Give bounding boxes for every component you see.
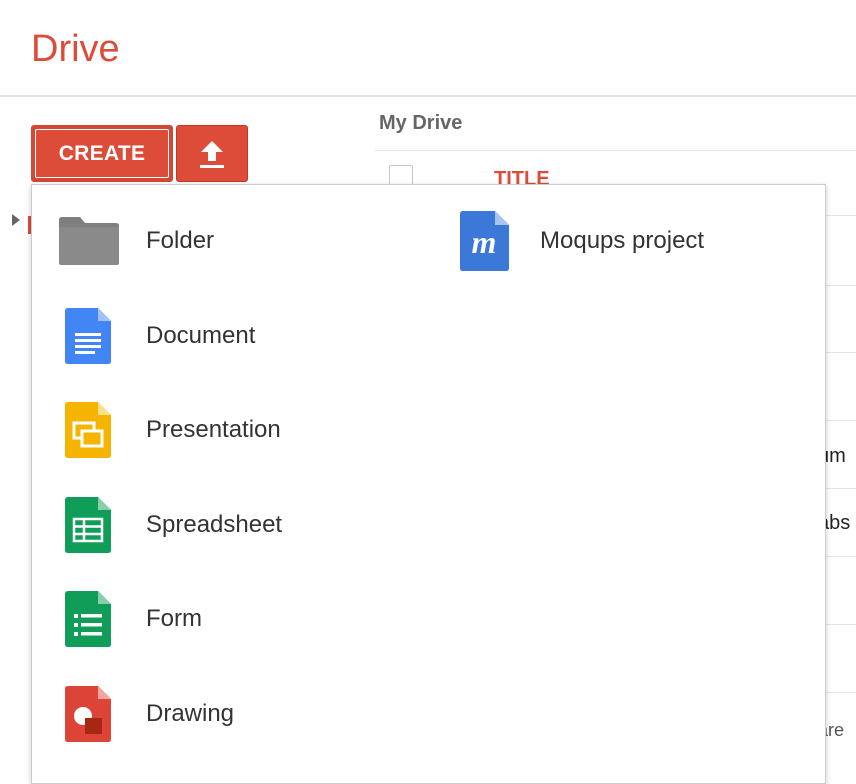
menu-item-spreadsheet[interactable]: Spreadsheet — [65, 490, 282, 560]
upload-arrow-icon — [200, 140, 224, 168]
menu-item-label: Moqups project — [540, 227, 705, 254]
list-header-divider — [375, 150, 856, 151]
menu-item-document[interactable]: Document — [65, 301, 255, 371]
row-divider — [826, 285, 856, 286]
row-divider — [826, 624, 856, 625]
row-divider — [826, 692, 856, 693]
menu-item-folder[interactable]: Folder — [58, 206, 214, 276]
presentation-icon — [65, 402, 111, 458]
create-button[interactable]: CREATE — [31, 125, 173, 182]
menu-item-moqups-project[interactable]: m Moqups project — [460, 206, 704, 276]
form-icon — [65, 591, 111, 647]
menu-item-label: Drawing — [146, 700, 235, 727]
row-divider — [826, 215, 856, 216]
create-button-label: CREATE — [35, 129, 169, 178]
spreadsheet-icon — [65, 497, 111, 553]
menu-item-label: Form — [146, 605, 202, 632]
menu-item-drawing[interactable]: Drawing — [65, 679, 234, 749]
menu-item-label: Spreadsheet — [146, 511, 283, 538]
row-divider — [826, 488, 856, 489]
svg-text:m: m — [472, 224, 497, 260]
menu-item-label: Folder — [146, 227, 215, 254]
header-divider — [0, 95, 856, 97]
expand-triangle-icon[interactable] — [12, 214, 20, 226]
moqups-icon: m — [460, 211, 509, 271]
menu-item-presentation[interactable]: Presentation — [65, 395, 281, 465]
row-divider — [826, 420, 856, 421]
app-title: Drive — [31, 28, 120, 70]
row-divider — [826, 352, 856, 353]
menu-item-label: Document — [146, 322, 256, 349]
create-menu: Folder m Moqups project Document Present… — [31, 184, 826, 784]
upload-button[interactable] — [176, 125, 248, 182]
row-divider — [826, 556, 856, 557]
document-icon — [65, 308, 111, 364]
folder-icon — [59, 217, 119, 265]
menu-item-form[interactable]: Form — [65, 584, 202, 654]
menu-item-label: Presentation — [146, 416, 281, 443]
drawing-icon — [65, 686, 111, 742]
page-title: My Drive — [379, 112, 463, 134]
